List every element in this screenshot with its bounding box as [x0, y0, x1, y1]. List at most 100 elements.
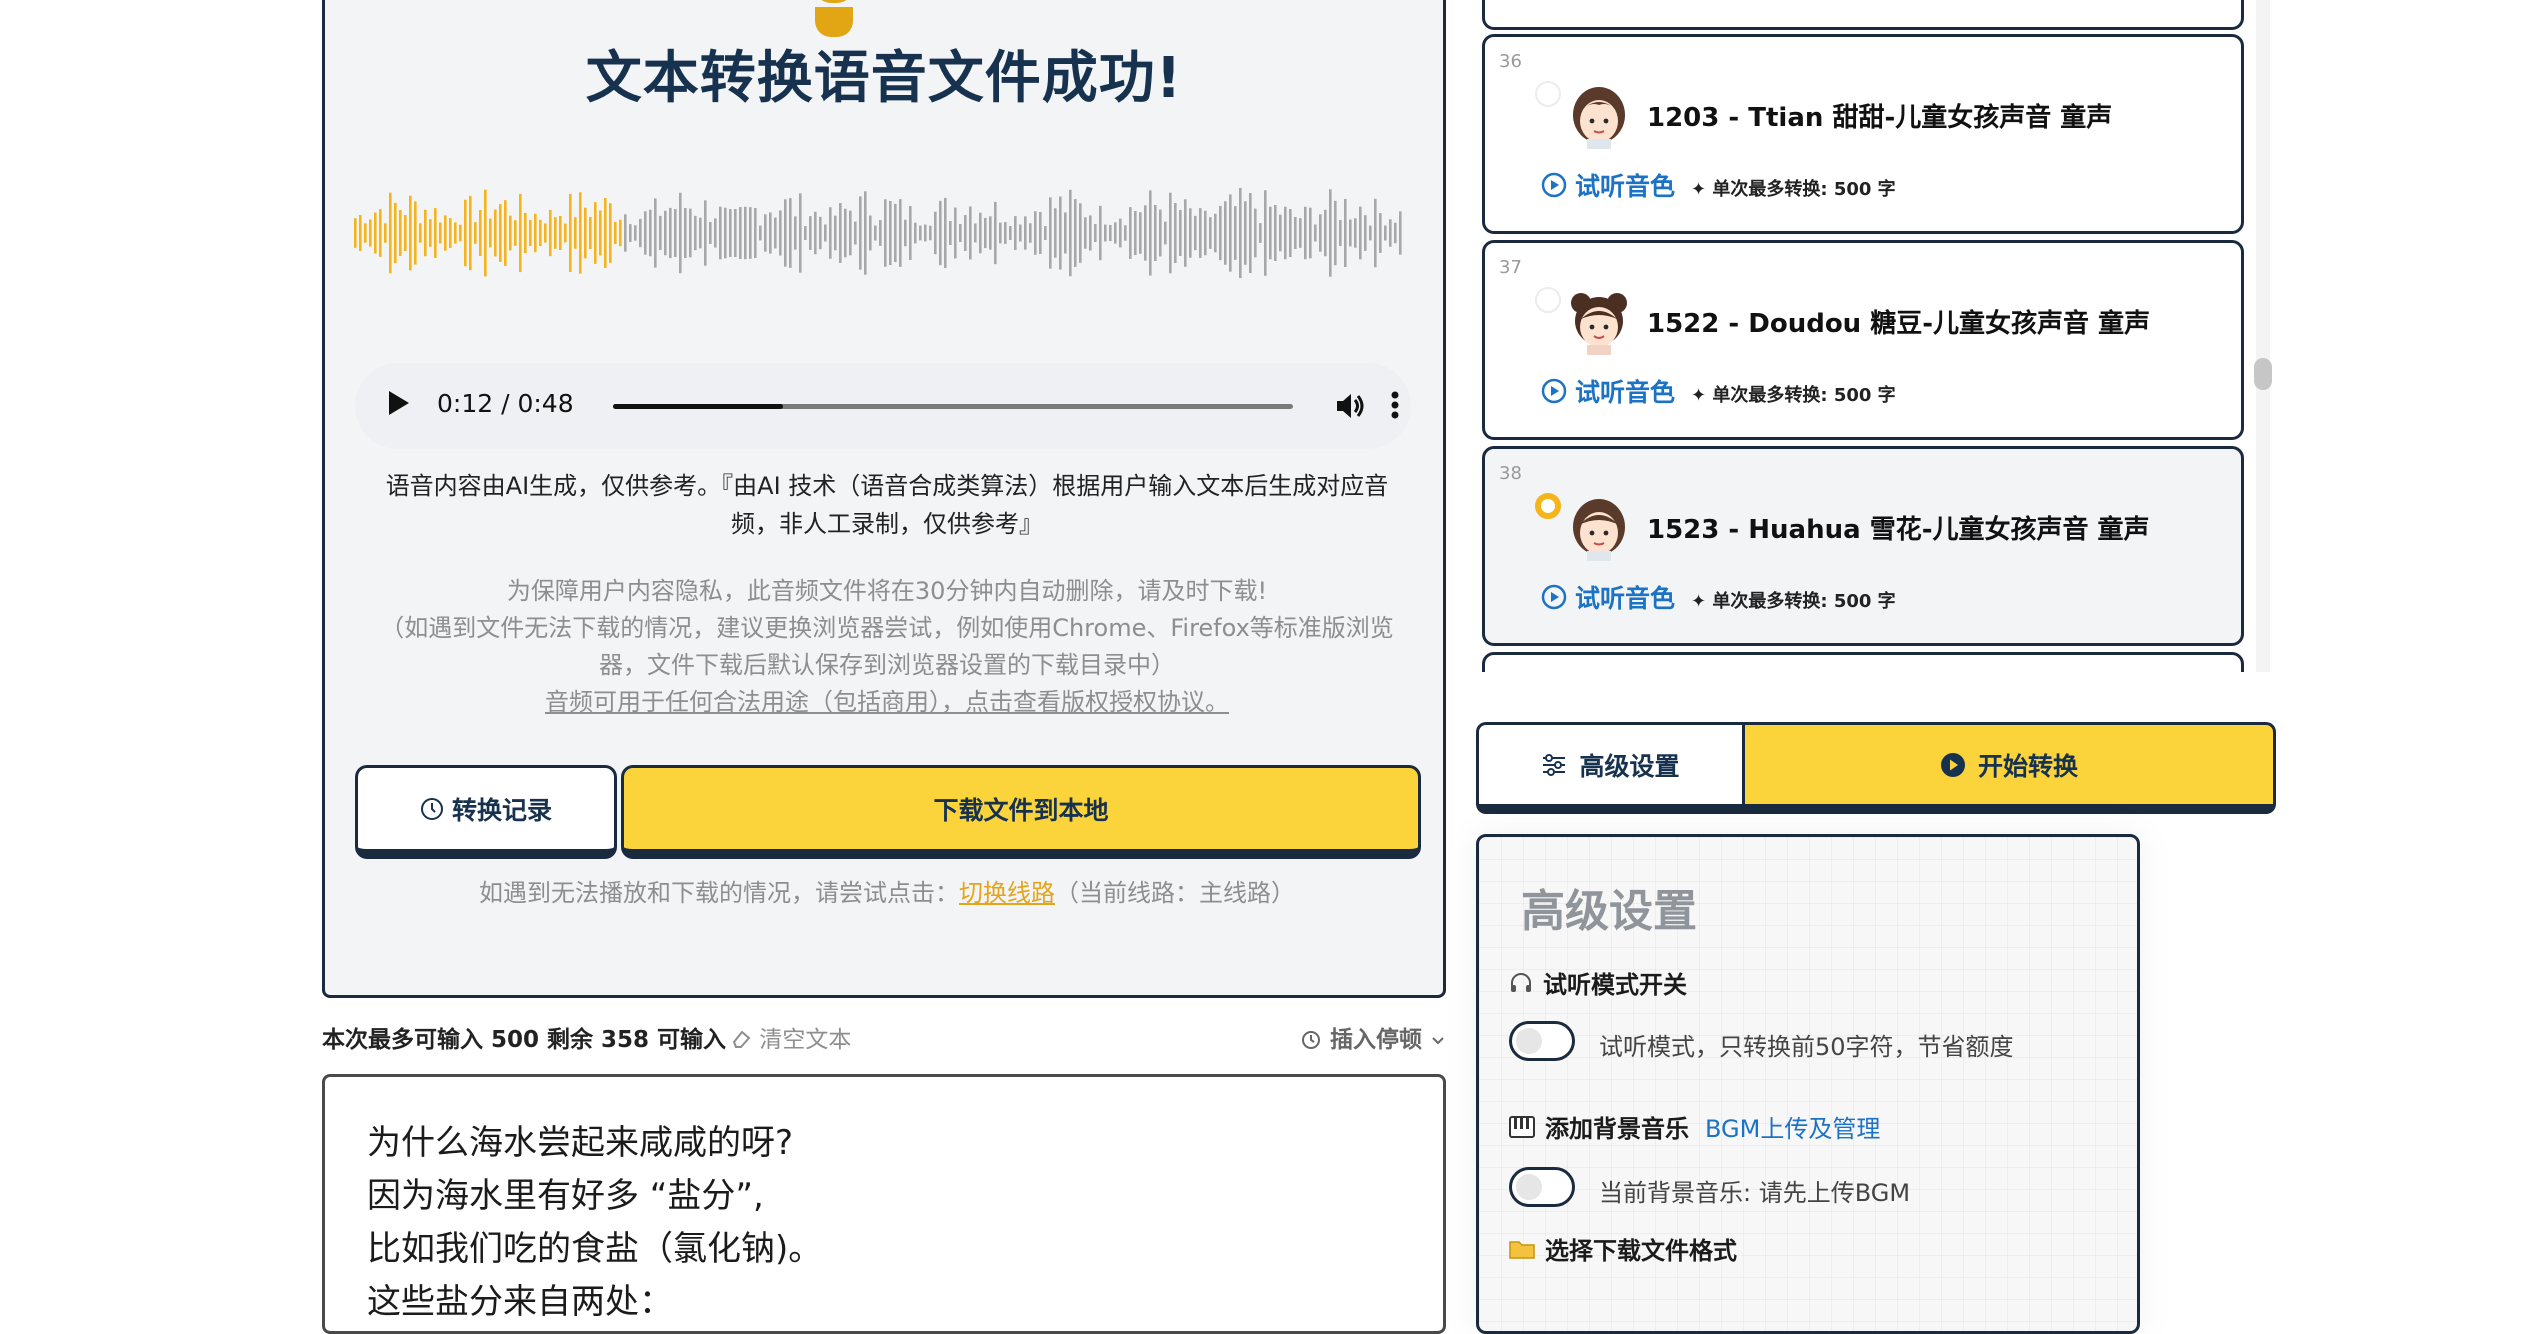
waveform-bar	[1039, 212, 1042, 254]
privacy-line: 为保障用户内容隐私，此音频文件将在30分钟内自动删除，请及时下载!	[506, 577, 1268, 605]
waveform-bar	[479, 210, 482, 256]
more-options-icon[interactable]	[1390, 387, 1400, 423]
waveform-bar	[1174, 202, 1177, 264]
waveform-bar	[509, 215, 512, 251]
text-line: 比如我们吃的食盐（氯化钠)。	[367, 1229, 823, 1269]
voice-item[interactable]: 37 1522 - Doudou 糖豆-儿童女孩声音 童声 试听音色 ✦ 单次最…	[1482, 240, 2244, 440]
waveform-bar	[559, 216, 562, 250]
voice-number: 36	[1499, 51, 1522, 72]
waveform-bar	[959, 224, 962, 242]
waveform-bar	[899, 199, 902, 267]
waveform-bar	[1324, 209, 1327, 257]
insert-pause-dropdown[interactable]: 插入停顿	[1300, 1020, 1446, 1054]
voice-radio[interactable]	[1535, 81, 1561, 107]
preview-voice-button[interactable]: 试听音色	[1541, 579, 1675, 615]
girl-buns-avatar-icon	[1571, 293, 1627, 355]
waveform-bar	[739, 207, 742, 259]
bgm-toggle[interactable]	[1509, 1167, 1575, 1207]
waveform-bar	[564, 223, 567, 243]
voice-list-scrollbar-thumb[interactable]	[2254, 358, 2272, 390]
history-button[interactable]: 转换记录	[355, 765, 617, 859]
preview-voice-button[interactable]: 试听音色	[1541, 373, 1675, 409]
waveform-bar	[1379, 213, 1382, 253]
switch-line-link[interactable]: 切换线路	[959, 879, 1055, 907]
waveform-bar	[1159, 209, 1162, 257]
waveform-bar	[594, 202, 597, 264]
waveform-bar	[1374, 198, 1377, 268]
waveform-bar	[1054, 208, 1057, 258]
sparkle-icon: ✦	[1691, 179, 1713, 200]
preview-voice-label: 试听音色	[1575, 172, 1676, 201]
voice-item[interactable]: 36 1203 - Ttian 甜甜-儿童女孩声音 童声 试听音色 ✦ 单次最多…	[1482, 34, 2244, 234]
waveform-bar	[1284, 206, 1287, 260]
audio-progress-bar[interactable]	[613, 404, 1293, 409]
preview-mode-label: 试听模式开关	[1509, 965, 1687, 1000]
waveform-bar	[734, 208, 737, 258]
preview-mode-toggle[interactable]	[1509, 1021, 1575, 1061]
waveform-bar	[1094, 223, 1097, 243]
waveform-bar	[409, 195, 412, 271]
waveform-bar	[364, 223, 367, 243]
advanced-settings-button[interactable]: 高级设置	[1476, 722, 1742, 814]
play-circle-filled-icon	[1940, 752, 1965, 777]
waveform-bar	[709, 221, 712, 245]
waveform-bar	[504, 200, 507, 266]
waveform-bar	[999, 222, 1002, 244]
voice-item-selected[interactable]: 38 1523 - Huahua 雪花-儿童女孩声音 童声 试听音色 ✦ 单次最…	[1482, 446, 2244, 646]
disclaimer-line: 语音内容由AI生成，仅供参考。『由AI 技术（语音合成类算法）根据用户输入文本后…	[385, 472, 1389, 500]
waveform-bar	[914, 222, 917, 244]
waveform-bar	[379, 209, 382, 257]
waveform-bar	[534, 213, 537, 253]
waveform-bar	[1049, 197, 1052, 269]
bgm-manage-link[interactable]: BGM上传及管理	[1705, 1109, 1880, 1144]
license-link[interactable]: 音频可用于任何合法用途（包括商用），点击查看版权授权协议。	[365, 684, 1409, 721]
volume-icon[interactable]	[1335, 391, 1367, 421]
waveform-bar	[989, 216, 992, 250]
voice-radio-selected[interactable]	[1535, 493, 1561, 519]
voice-item-partial-bottom[interactable]	[1482, 652, 2244, 672]
waveform-bar	[474, 222, 477, 244]
audio-waveform	[354, 187, 1402, 279]
waveform-bar	[884, 199, 887, 267]
max-convert-info: ✦ 单次最多转换: 500 字	[1691, 175, 1896, 201]
text-input-area[interactable]: 为什么海水尝起来咸咸的呀? 因为海水里有好多 “盐分”, 比如我们吃的食盐（氯化…	[322, 1074, 1446, 1334]
voice-item-partial-top[interactable]	[1482, 0, 2244, 30]
privacy-line: 器，文件下载后默认保存到浏览器设置的下载目录中）	[599, 651, 1175, 679]
ai-disclaimer: 语音内容由AI生成，仅供参考。『由AI 技术（语音合成类算法）根据用户输入文本后…	[365, 467, 1409, 543]
waveform-bar	[1359, 206, 1362, 260]
waveform-bar	[1019, 224, 1022, 242]
waveform-bar	[934, 211, 937, 255]
waveform-bar	[684, 208, 687, 258]
waveform-bar	[904, 219, 907, 247]
waveform-bar	[1394, 222, 1397, 244]
download-button[interactable]: 下载文件到本地	[621, 765, 1421, 859]
waveform-bar	[574, 217, 577, 249]
preview-voice-button[interactable]: 试听音色	[1541, 167, 1675, 203]
format-label: 选择下载文件格式	[1509, 1231, 1737, 1266]
voice-list-scrollbar[interactable]	[2256, 0, 2270, 672]
waveform-bar	[944, 197, 947, 269]
waveform-bar	[1229, 194, 1232, 272]
waveform-bar	[1154, 205, 1157, 261]
waveform-bar	[1314, 224, 1317, 242]
voice-name: 1203 - Ttian 甜甜-儿童女孩声音 童声	[1647, 103, 2113, 133]
waveform-bar	[639, 218, 642, 248]
start-convert-button[interactable]: 开始转换	[1742, 722, 2276, 814]
waveform-bar	[1214, 213, 1217, 253]
max-convert-text: 单次最多转换: 500 字	[1712, 591, 1896, 612]
waveform-bar	[1319, 214, 1322, 252]
waveform-bar	[864, 191, 867, 275]
waveform-bar	[1234, 206, 1237, 260]
start-convert-label: 开始转换	[1977, 751, 2078, 781]
waveform-bar	[1009, 226, 1012, 240]
waveform-bar	[404, 215, 407, 251]
waveform-bar	[1109, 224, 1112, 242]
waveform-bar	[1289, 209, 1292, 257]
voice-radio[interactable]	[1535, 287, 1561, 313]
waveform-bar	[1189, 208, 1192, 258]
clear-text-button[interactable]: 清空文本	[730, 1020, 851, 1054]
play-icon[interactable]	[389, 391, 409, 415]
waveform-bar	[779, 210, 782, 256]
waveform-bar	[679, 192, 682, 274]
waveform-bar	[774, 217, 777, 249]
